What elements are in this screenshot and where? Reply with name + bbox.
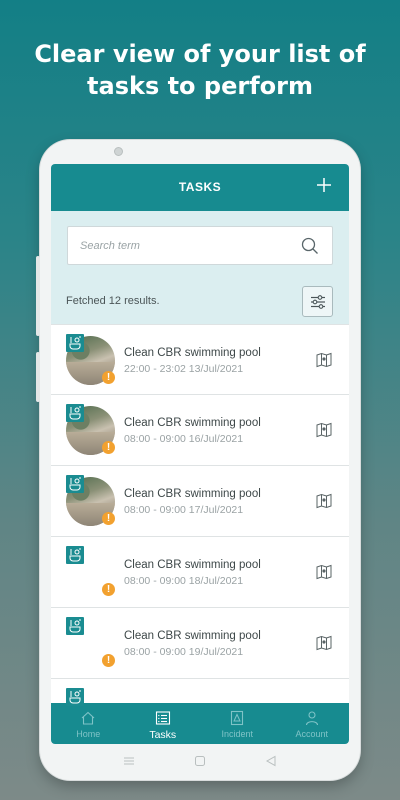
task-row[interactable]: ! Clean CBR swimming pool 22:00 - 23:02 13… — [51, 324, 349, 395]
task-title: Clean CBR swimming pool — [124, 630, 261, 642]
map-icon[interactable] — [316, 352, 332, 368]
search-filter-area: Fetched 12 results. — [51, 211, 349, 324]
nav-item-home[interactable]: Home — [51, 703, 126, 744]
cleaning-task-icon — [66, 475, 84, 493]
task-list-icon — [126, 710, 201, 726]
map-icon[interactable] — [316, 635, 332, 651]
cleaning-task-icon — [66, 334, 84, 352]
task-row[interactable]: ! Clean CBR swimming pool 08:00 - 09:00 16… — [51, 395, 349, 466]
nav-label: Account — [295, 729, 329, 739]
cleaning-task-icon — [66, 404, 84, 422]
results-count: Fetched 12 results. — [66, 295, 160, 307]
map-icon[interactable] — [316, 422, 332, 438]
home-key-icon[interactable] — [194, 755, 206, 767]
android-soft-keys — [51, 748, 349, 774]
cleaning-task-icon — [66, 688, 84, 706]
task-title: Clean CBR swimming pool — [124, 417, 261, 429]
warning-icon: ! — [102, 512, 115, 525]
promo-headline: Clear view of your list of tasks to perf… — [0, 38, 400, 102]
task-time: 08:00 - 09:00 16/Jul/2021 — [124, 433, 244, 445]
nav-label: Tasks — [149, 729, 177, 741]
app-screen: TASKS Fetched 12 results. — [51, 164, 349, 744]
home-icon — [51, 710, 126, 726]
task-list: ! Clean CBR swimming pool 22:00 - 23:02 13… — [51, 324, 349, 744]
bottom-navigation: Home Tasks Incident Account — [51, 703, 349, 744]
nav-label: Home — [76, 729, 101, 739]
incident-icon — [200, 710, 275, 726]
task-title: Clean CBR swimming pool — [124, 488, 261, 500]
headline-line-2: tasks to perform — [87, 72, 313, 100]
task-row[interactable]: ! Clean CBR swimming pool 08:00 - 09:00 17… — [51, 466, 349, 537]
recent-apps-icon[interactable] — [123, 755, 135, 767]
task-time: 08:00 - 09:00 17/Jul/2021 — [124, 504, 244, 516]
task-title: Clean CBR swimming pool — [124, 347, 261, 359]
back-key-icon[interactable] — [265, 755, 277, 767]
nav-item-tasks[interactable]: Tasks — [126, 703, 201, 744]
nav-item-account[interactable]: Account — [275, 703, 350, 744]
cleaning-task-icon — [66, 546, 84, 564]
task-time: 22:00 - 23:02 13/Jul/2021 — [124, 363, 244, 375]
cleaning-task-icon — [66, 617, 84, 635]
search-icon[interactable] — [301, 237, 319, 255]
front-camera — [114, 147, 123, 156]
phone-side-button-bottom — [36, 352, 40, 402]
search-input[interactable] — [80, 237, 280, 255]
phone-frame: TASKS Fetched 12 results. — [36, 140, 360, 780]
warning-icon: ! — [102, 441, 115, 454]
task-row[interactable]: ! Clean CBR swimming pool 08:00 - 09:00 19… — [51, 608, 349, 679]
warning-icon: ! — [102, 654, 115, 667]
map-icon[interactable] — [316, 564, 332, 580]
sliders-icon — [311, 295, 325, 309]
map-icon[interactable] — [316, 493, 332, 509]
app-header: TASKS — [51, 164, 349, 211]
search-box — [67, 226, 333, 265]
filter-button[interactable] — [302, 286, 333, 317]
phone-side-button-top — [36, 256, 40, 336]
task-time: 08:00 - 09:00 19/Jul/2021 — [124, 646, 244, 658]
plus-icon[interactable] — [313, 174, 335, 196]
task-time: 08:00 - 09:00 18/Jul/2021 — [124, 575, 244, 587]
nav-label: Incident — [221, 729, 254, 739]
warning-icon: ! — [102, 371, 115, 384]
headline-line-1: Clear view of your list of — [34, 40, 366, 68]
warning-icon: ! — [102, 583, 115, 596]
account-icon — [275, 710, 350, 726]
page-title: TASKS — [178, 180, 222, 194]
task-row[interactable]: ! Clean CBR swimming pool 08:00 - 09:00 18… — [51, 537, 349, 608]
nav-item-incident[interactable]: Incident — [200, 703, 275, 744]
task-title: Clean CBR swimming pool — [124, 559, 261, 571]
